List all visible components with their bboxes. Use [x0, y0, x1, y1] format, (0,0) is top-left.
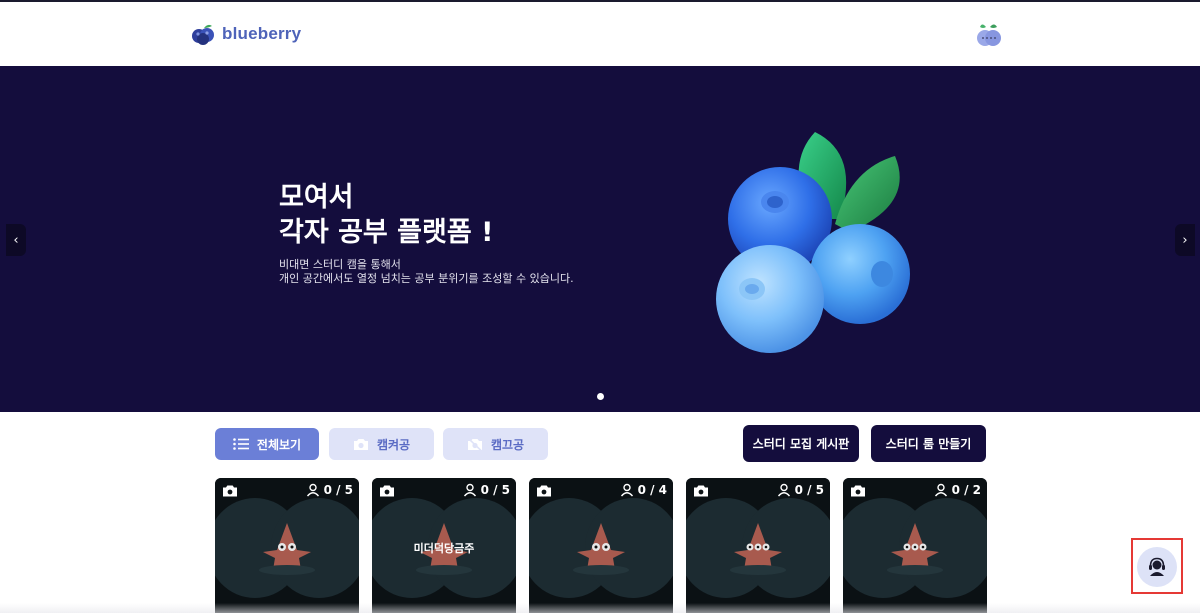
carousel-prev-button[interactable]: ‹ — [6, 224, 26, 256]
support-icon-wrap — [1137, 547, 1177, 587]
carousel-next-button[interactable]: › — [1175, 224, 1195, 256]
list-icon — [233, 438, 249, 450]
hero-desc-line2: 개인 공간에서도 열정 넘치는 공부 분위기를 조성할 수 있습니다. — [279, 272, 574, 285]
participant-count-text: 0 / 5 — [323, 483, 353, 497]
chevron-right-icon: › — [1182, 232, 1188, 248]
filter-cam-on-button[interactable]: 캠켜공 — [329, 428, 434, 460]
room-thumbnail — [686, 478, 830, 613]
participant-count: 0 / 2 — [934, 483, 981, 497]
blueberry-illustration — [700, 124, 930, 354]
hero-desc-line1: 비대면 스터디 캠을 통해서 — [279, 258, 401, 271]
camera-icon — [353, 438, 368, 450]
camera-icon — [223, 485, 237, 497]
camera-icon — [537, 485, 551, 497]
participant-count: 0 / 5 — [306, 483, 353, 497]
camera-icon — [851, 485, 865, 497]
headset-support-icon — [1149, 557, 1165, 576]
filter-all-label: 전체보기 — [256, 437, 302, 452]
participant-count-text: 0 / 2 — [951, 483, 981, 497]
participant-count-text: 0 / 4 — [637, 483, 667, 497]
top-header: blueberry — [0, 0, 1200, 66]
blueberry-icon — [190, 22, 216, 46]
logo-home-link[interactable]: blueberry — [190, 22, 301, 46]
hero-description: 비대면 스터디 캠을 통해서 개인 공간에서도 열정 넘치는 공부 분위기를 조… — [279, 258, 574, 286]
participant-count: 0 / 5 — [777, 483, 824, 497]
filter-cam-off-label: 캠끄공 — [490, 437, 525, 452]
room-thumbnail — [529, 478, 673, 613]
carousel-dot[interactable] — [597, 393, 604, 400]
study-recruit-board-button[interactable]: 스터디 모집 게시판 — [743, 425, 859, 462]
participant-count: 0 / 4 — [620, 483, 667, 497]
hero-title-line2: 각자 공부 플랫폼 ! — [279, 217, 494, 248]
room-thumbnail — [843, 478, 987, 613]
filter-all-button[interactable]: 전체보기 — [215, 428, 319, 460]
person-icon — [934, 483, 947, 497]
study-room-card[interactable]: 0 / 5 — [215, 478, 359, 613]
blueberry-avatar-icon — [977, 24, 1001, 46]
logo-text: blueberry — [222, 24, 302, 43]
create-study-room-label: 스터디 룸 만들기 — [885, 437, 972, 451]
camera-icon — [694, 485, 708, 497]
hero-carousel: 모여서 각자 공부 플랫폼 ! 비대면 스터디 캠을 통해서 개인 공간에서도 … — [0, 66, 1200, 412]
person-icon — [620, 483, 633, 497]
profile-avatar-button[interactable] — [975, 22, 1003, 50]
participant-count-text: 0 / 5 — [794, 483, 824, 497]
person-icon — [777, 483, 790, 497]
filter-cam-off-button[interactable]: 캠끄공 — [443, 428, 548, 460]
participant-count: 0 / 5 — [463, 483, 510, 497]
room-thumbnail — [215, 478, 359, 613]
camera-icon — [380, 485, 394, 497]
person-icon — [306, 483, 319, 497]
study-room-card[interactable]: 0 / 5 — [686, 478, 830, 613]
hero-title-line1: 모여서 — [279, 182, 354, 213]
hero-title: 모여서 각자 공부 플랫폼 ! — [279, 180, 493, 250]
participant-count-text: 0 / 5 — [480, 483, 510, 497]
room-title: 미더덕당금주 — [413, 542, 475, 555]
filter-cam-on-label: 캠켜공 — [376, 437, 411, 452]
study-recruit-board-label: 스터디 모집 게시판 — [752, 437, 850, 451]
chevron-left-icon: ‹ — [13, 232, 19, 248]
person-icon — [463, 483, 476, 497]
study-room-card[interactable]: 0 / 2 — [843, 478, 987, 613]
study-room-card[interactable]: 0 / 4 — [529, 478, 673, 613]
create-study-room-button[interactable]: 스터디 룸 만들기 — [871, 425, 986, 462]
camera-off-icon — [467, 437, 482, 451]
study-room-card[interactable]: 0 / 5 미더덕당금주 — [372, 478, 516, 613]
customer-support-button[interactable] — [1131, 538, 1183, 594]
